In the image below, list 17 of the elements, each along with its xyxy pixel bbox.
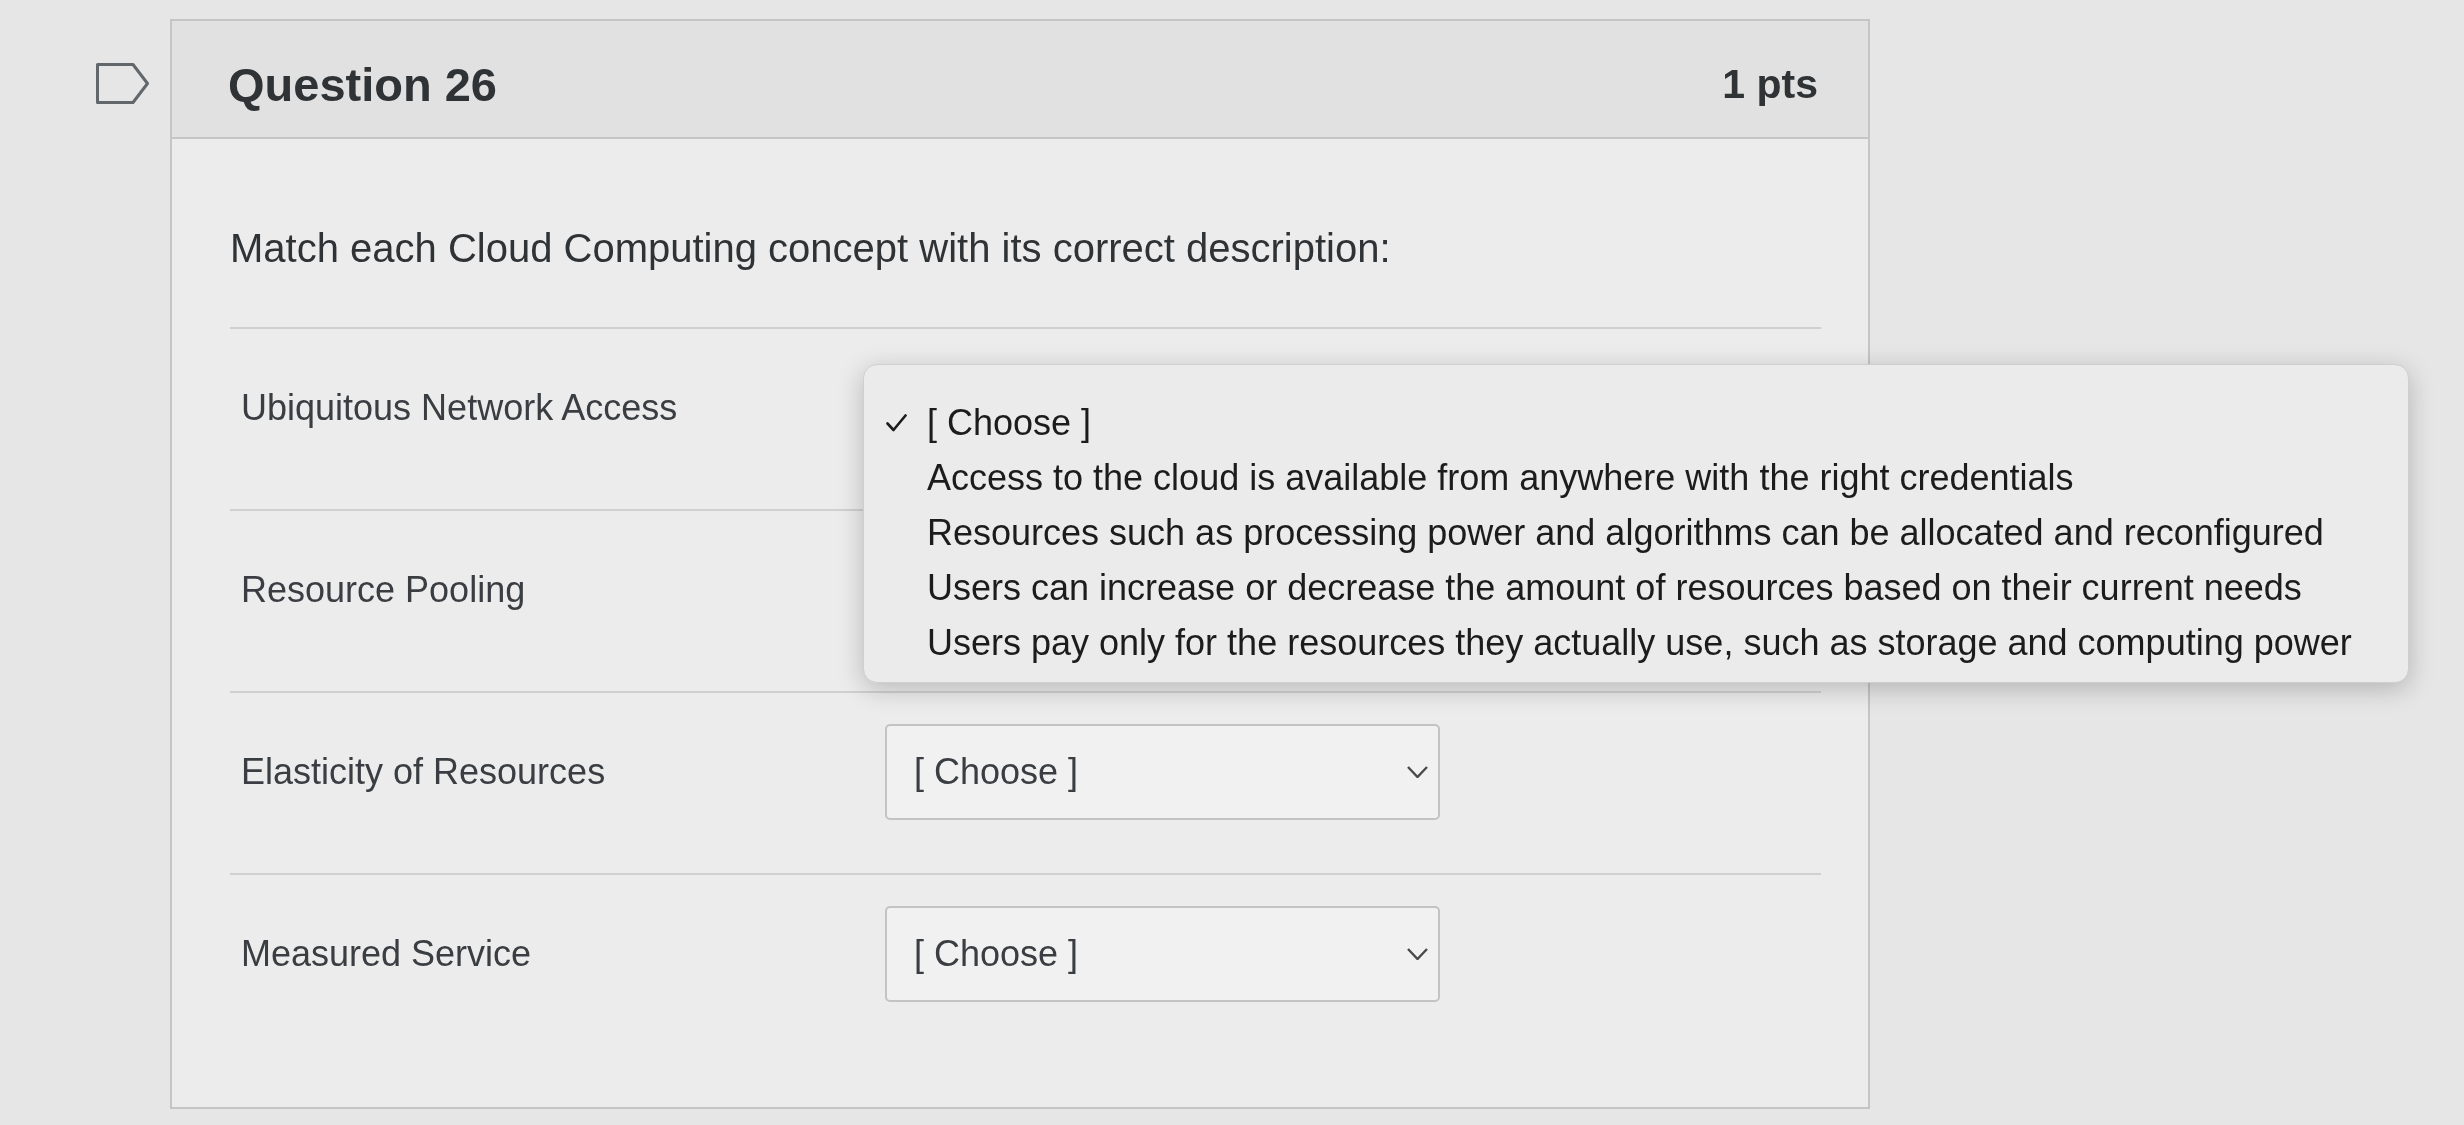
question-title: Question 26	[228, 56, 497, 112]
match-term: Measured Service	[241, 933, 532, 974]
select-dropdown[interactable]: [ Choose ]	[885, 724, 1440, 820]
dropdown-option[interactable]: Access to the cloud is available from anywhere with the right credentials	[886, 450, 2382, 505]
match-term: Ubiquitous Network Access	[241, 387, 678, 428]
select-dropdown[interactable]: [ Choose ]	[885, 906, 1440, 1002]
dropdown-option[interactable]: Users pay only for the resources they actually use, such as storage and computing power	[886, 615, 2382, 670]
chevron-down-icon	[1407, 766, 1428, 778]
tag-icon[interactable]	[96, 63, 149, 104]
question-prompt: Match each Cloud Computing concept with its correct description:	[230, 225, 1391, 272]
points-label: 1 pts	[1722, 60, 1818, 108]
match-term: Elasticity of Resources	[241, 751, 606, 792]
dropdown-option[interactable]: Resources such as processing power and algorithms can be allocated and reconfigured	[886, 505, 2382, 560]
chevron-down-icon	[1407, 948, 1428, 960]
dropdown-option[interactable]: Users can increase or decrease the amount of resources based on their current needs	[886, 560, 2382, 615]
match-term: Resource Pooling	[241, 569, 526, 610]
dropdown-option[interactable]: [ Choose ]	[886, 395, 2382, 450]
